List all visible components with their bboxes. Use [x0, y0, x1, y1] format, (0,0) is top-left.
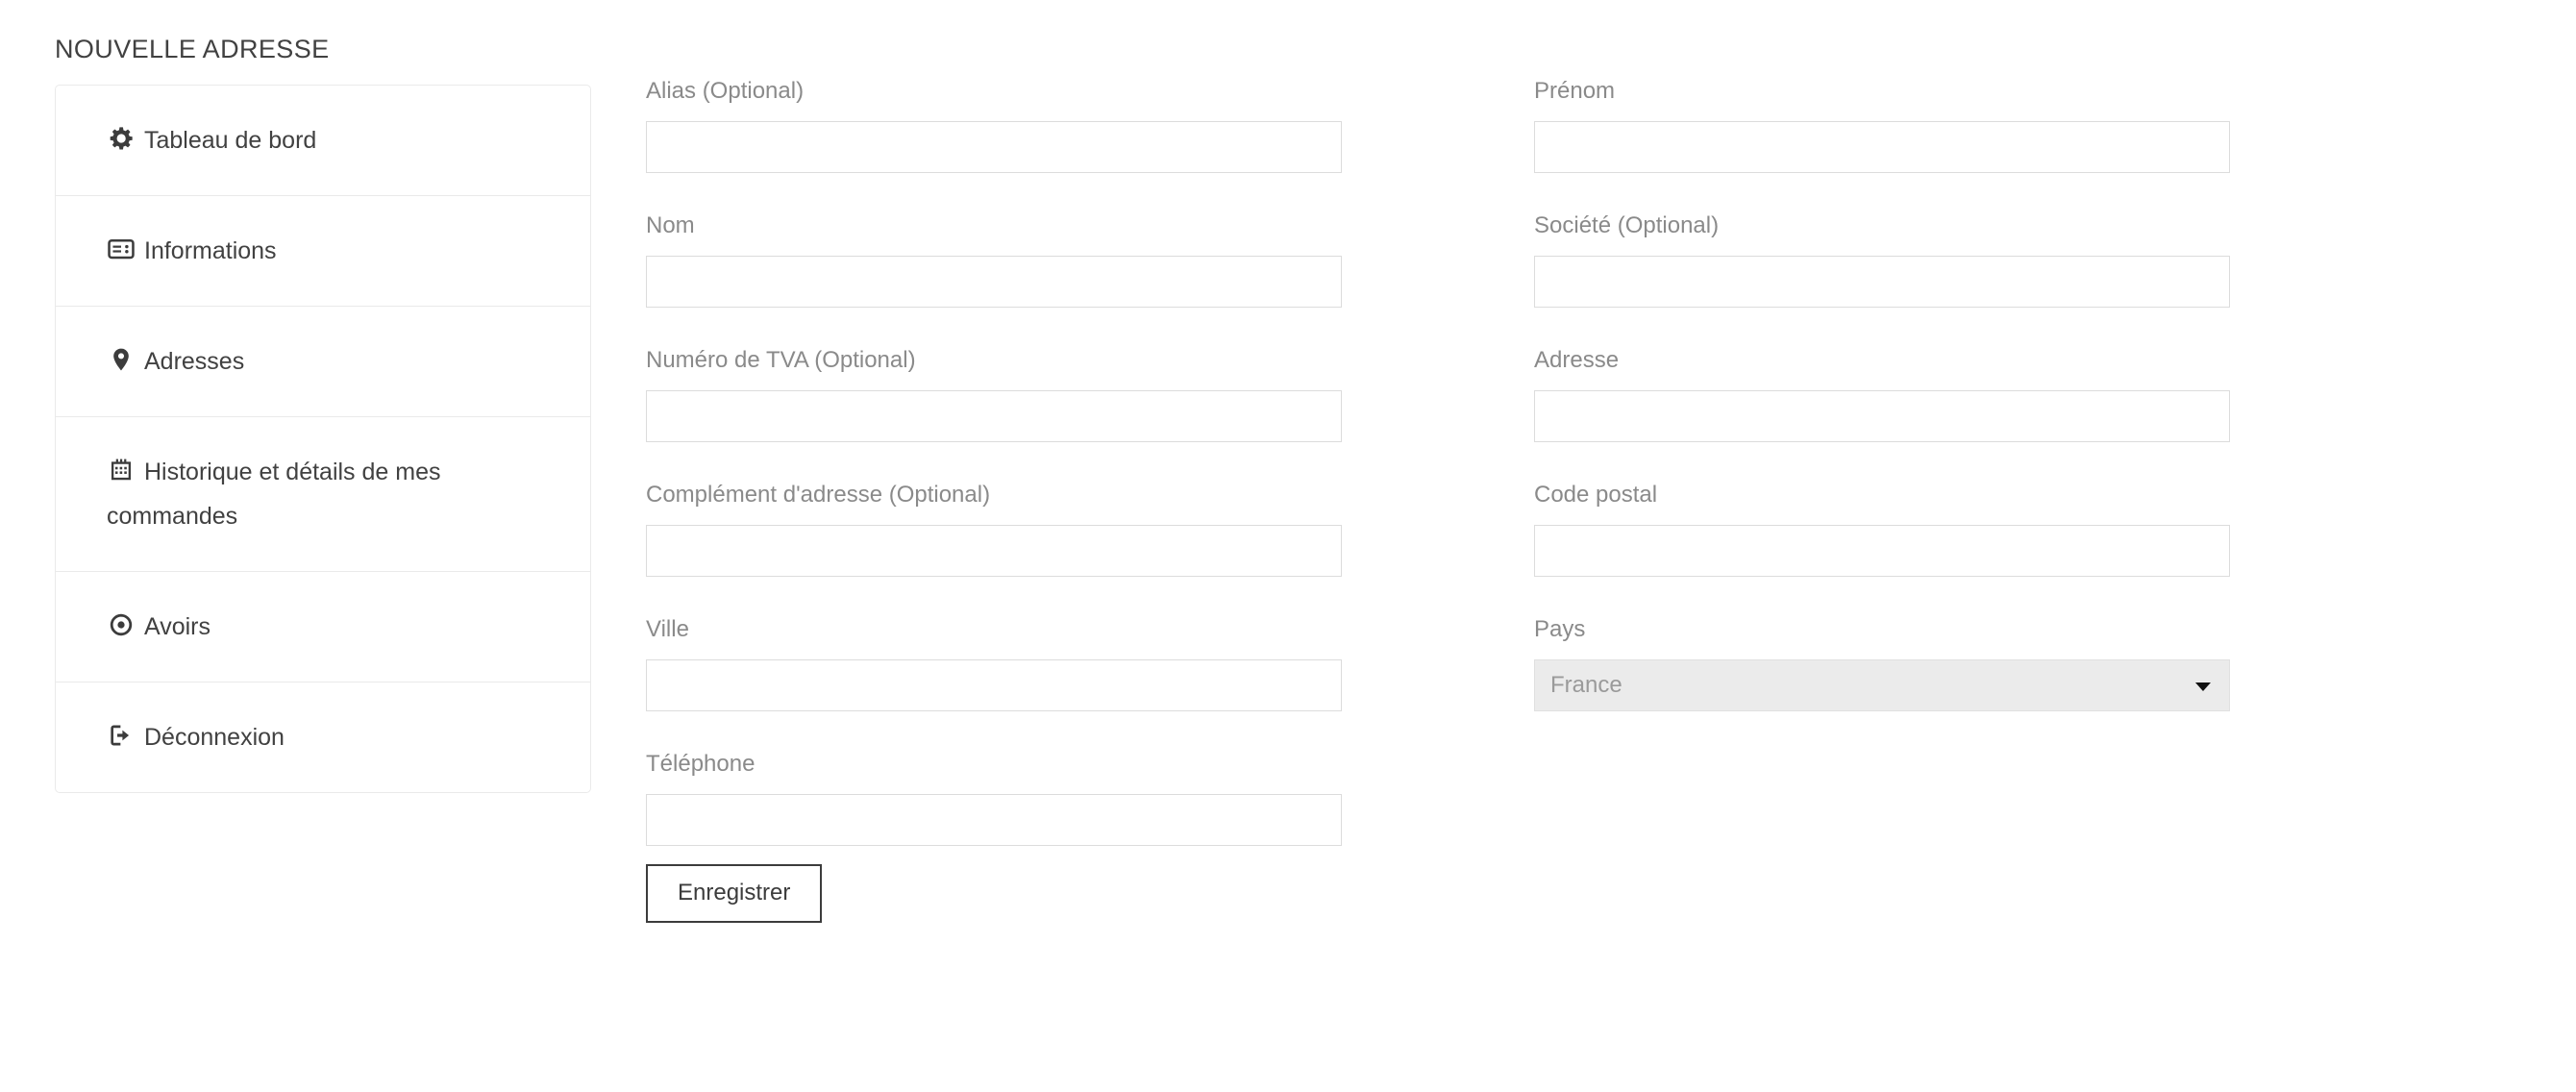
save-button[interactable]: Enregistrer — [646, 864, 823, 923]
field-label-pays: Pays — [1534, 616, 1586, 642]
field-numero-tva: Numéro de TVA (Optional) — [646, 346, 1342, 442]
field-telephone: Téléphone — [646, 750, 1342, 846]
field-label-societe: Société (Optional) — [1534, 212, 1720, 238]
societe-input[interactable] — [1534, 256, 2230, 308]
field-adresse: Adresse — [1534, 346, 2230, 442]
logout-icon — [107, 722, 136, 749]
page-title: NOUVELLE ADRESSE — [55, 35, 330, 64]
field-label-code-postal: Code postal — [1534, 482, 1658, 508]
adresse-input[interactable] — [1534, 390, 2230, 442]
ville-input[interactable] — [646, 659, 1342, 711]
new-address-form: Alias (Optional) Nom Numéro de TVA (Opti… — [646, 77, 2232, 1077]
form-right-column: Prénom Société (Optional) Adresse Code p… — [1534, 77, 2230, 711]
sidebar-item-adresses[interactable]: Adresses — [56, 307, 590, 417]
id-card-icon — [107, 236, 136, 262]
field-alias: Alias (Optional) — [646, 77, 1342, 173]
form-left-column: Alias (Optional) Nom Numéro de TVA (Opti… — [646, 77, 1342, 923]
sidebar-item-label: Tableau de bord — [144, 127, 317, 154]
sidebar-item-label: Adresses — [144, 348, 245, 375]
field-label-adresse: Adresse — [1534, 347, 1620, 373]
alias-input[interactable] — [646, 121, 1342, 173]
telephone-input[interactable] — [646, 794, 1342, 846]
field-label-numero-tva: Numéro de TVA (Optional) — [646, 347, 916, 373]
field-label-alias: Alias (Optional) — [646, 78, 805, 104]
sidebar-item-deconnexion[interactable]: Déconnexion — [56, 682, 590, 792]
field-pays: Pays France — [1534, 615, 2230, 711]
circle-dot-icon — [107, 611, 136, 638]
prenom-input[interactable] — [1534, 121, 2230, 173]
field-complement-adresse: Complément d'adresse (Optional) — [646, 481, 1342, 577]
field-label-prenom: Prénom — [1534, 78, 1616, 104]
field-label-complement-adresse: Complément d'adresse (Optional) — [646, 482, 991, 508]
map-pin-icon — [107, 346, 136, 373]
sidebar-item-label: Informations — [144, 237, 277, 264]
numero-tva-input[interactable] — [646, 390, 1342, 442]
field-nom: Nom — [646, 211, 1342, 308]
sidebar-item-informations[interactable]: Informations — [56, 196, 590, 307]
sidebar-item-avoirs[interactable]: Avoirs — [56, 572, 590, 682]
sidebar-item-label: Historique et détails de mes commandes — [107, 459, 441, 530]
sidebar-item-label: Avoirs — [144, 613, 211, 640]
field-label-ville: Ville — [646, 616, 689, 642]
field-label-nom: Nom — [646, 212, 695, 238]
pays-select[interactable]: France — [1534, 659, 2230, 711]
gear-icon — [107, 125, 136, 152]
sidebar-item-tableau-de-bord[interactable]: Tableau de bord — [56, 86, 590, 196]
field-code-postal: Code postal — [1534, 481, 2230, 577]
sidebar-item-historique-commandes[interactable]: Historique et détails de mes commandes — [56, 417, 590, 572]
nom-input[interactable] — [646, 256, 1342, 308]
sidebar-item-label: Déconnexion — [144, 724, 285, 751]
field-ville: Ville — [646, 615, 1342, 711]
complement-adresse-input[interactable] — [646, 525, 1342, 577]
field-societe: Société (Optional) — [1534, 211, 2230, 308]
calendar-history-icon — [107, 457, 136, 484]
field-prenom: Prénom — [1534, 77, 2230, 173]
code-postal-input[interactable] — [1534, 525, 2230, 577]
field-label-telephone: Téléphone — [646, 751, 755, 777]
account-sidebar: Tableau de bord Informations Adresses Hi… — [55, 85, 591, 793]
